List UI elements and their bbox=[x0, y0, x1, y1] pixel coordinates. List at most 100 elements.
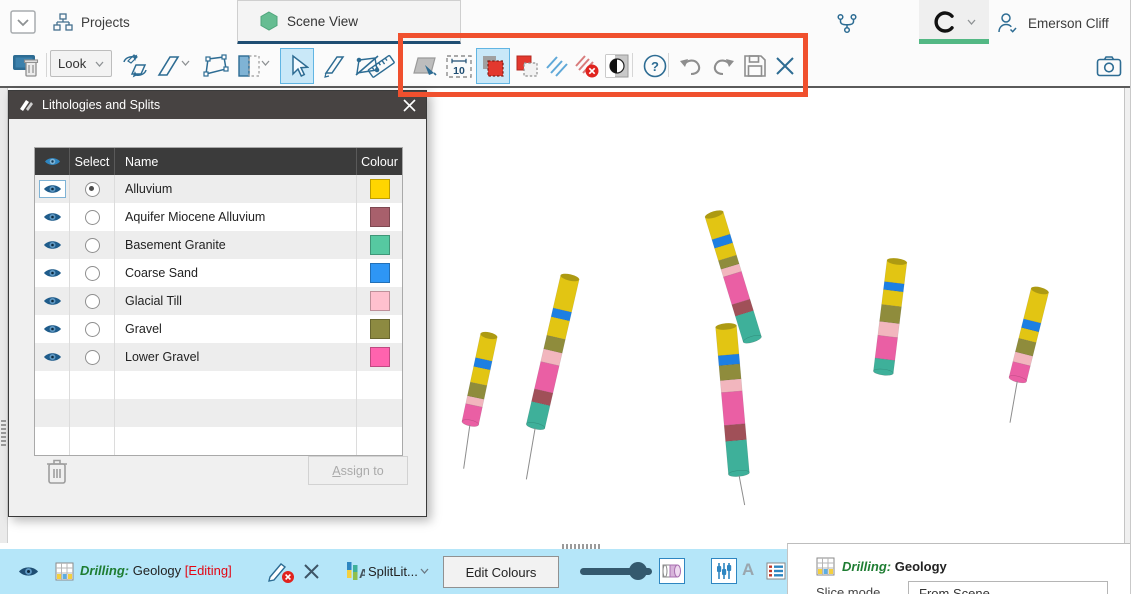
lithology-name[interactable]: Alluvium bbox=[115, 175, 357, 203]
projects-menu[interactable]: Projects bbox=[53, 12, 130, 32]
undo-button[interactable] bbox=[674, 48, 708, 84]
help-button[interactable]: ? bbox=[638, 48, 672, 84]
interval-selection-button[interactable] bbox=[408, 48, 442, 84]
radio-button[interactable] bbox=[85, 294, 100, 309]
show-selected-intervals-button[interactable] bbox=[540, 48, 574, 84]
ruler-button[interactable] bbox=[364, 48, 398, 84]
redo-button[interactable] bbox=[706, 48, 740, 84]
row-select-radio[interactable] bbox=[70, 287, 115, 315]
radio-button[interactable] bbox=[85, 238, 100, 253]
save-button[interactable] bbox=[738, 48, 772, 84]
colour-swatch[interactable] bbox=[370, 263, 390, 283]
remove-from-selection-button[interactable] bbox=[510, 48, 544, 84]
row-select-radio[interactable] bbox=[70, 175, 115, 203]
lithology-row[interactable]: Coarse Sand bbox=[35, 259, 402, 287]
row-select-radio[interactable] bbox=[70, 203, 115, 231]
edit-colours-button[interactable]: Edit Colours bbox=[443, 556, 559, 588]
look-dropdown[interactable]: Look bbox=[50, 50, 112, 77]
lithology-row[interactable]: Lower Gravel bbox=[35, 343, 402, 371]
colour-swatch[interactable] bbox=[370, 319, 390, 339]
lithology-row[interactable]: Alluvium bbox=[35, 175, 402, 203]
lithology-name[interactable]: Lower Gravel bbox=[115, 343, 357, 371]
drilling-table-icon bbox=[816, 557, 835, 576]
branch-button[interactable] bbox=[836, 12, 858, 34]
legend-button[interactable] bbox=[766, 562, 786, 580]
add-to-selection-button[interactable] bbox=[476, 48, 510, 84]
radio-button[interactable] bbox=[85, 182, 100, 197]
radio-button[interactable] bbox=[85, 350, 100, 365]
lithology-colour-cell[interactable] bbox=[357, 315, 402, 343]
slice-half-button[interactable] bbox=[232, 48, 266, 84]
slice-half-dropdown-chevron[interactable] bbox=[261, 60, 270, 66]
select-tool-button[interactable] bbox=[280, 48, 314, 84]
central-connection-button[interactable] bbox=[919, 0, 989, 44]
interval-filter-button[interactable] bbox=[711, 558, 737, 584]
radio-button[interactable] bbox=[85, 266, 100, 281]
lithology-colour-cell[interactable] bbox=[357, 287, 402, 315]
lithology-name[interactable]: Coarse Sand bbox=[115, 259, 357, 287]
lithology-row[interactable]: Glacial Till bbox=[35, 287, 402, 315]
slice-mode-select[interactable]: From Scene bbox=[908, 581, 1108, 594]
cancel-edit-button[interactable] bbox=[268, 560, 295, 584]
colour-swatch[interactable] bbox=[370, 207, 390, 227]
lithology-colour-cell[interactable] bbox=[357, 203, 402, 231]
active-object-label[interactable]: Drilling: Geology [Editing] bbox=[80, 563, 232, 578]
empty-lithology-row bbox=[35, 427, 402, 455]
radio-button[interactable] bbox=[85, 322, 100, 337]
lithology-colour-cell[interactable] bbox=[357, 231, 402, 259]
colour-swatch[interactable] bbox=[370, 347, 390, 367]
user-menu[interactable]: Emerson Cliff bbox=[996, 12, 1109, 34]
cylinder-display-button[interactable] bbox=[659, 558, 685, 584]
lithology-row[interactable]: Aquifer Miocene Alluvium bbox=[35, 203, 402, 231]
delete-lithology-button[interactable] bbox=[44, 456, 70, 486]
slicer-dropdown-chevron[interactable] bbox=[181, 60, 190, 66]
row-visibility-toggle[interactable] bbox=[35, 203, 70, 231]
row-select-radio[interactable] bbox=[70, 343, 115, 371]
radius-slider-thumb[interactable] bbox=[629, 562, 647, 580]
draw-slicer-polyline-button[interactable] bbox=[198, 48, 232, 84]
dialog-title-bar[interactable]: Lithologies and Splits bbox=[9, 91, 426, 119]
draw-line-button[interactable] bbox=[318, 48, 352, 84]
object-visibility-toggle[interactable] bbox=[18, 565, 39, 578]
clear-scene-button[interactable] bbox=[10, 48, 44, 84]
tab-scene-view[interactable]: Scene View bbox=[237, 0, 461, 45]
row-select-radio[interactable] bbox=[70, 315, 115, 343]
lithology-name[interactable]: Basement Granite bbox=[115, 231, 357, 259]
colour-swatch[interactable] bbox=[370, 291, 390, 311]
row-visibility-toggle[interactable] bbox=[35, 175, 70, 203]
remove-object-button[interactable] bbox=[303, 563, 320, 580]
radio-button[interactable] bbox=[85, 210, 100, 225]
selection-visibility-button[interactable] bbox=[600, 48, 634, 84]
column-selector-dropdown[interactable]: SplitLit... bbox=[368, 564, 418, 579]
screenshot-button[interactable] bbox=[1092, 48, 1126, 84]
row-select-radio[interactable] bbox=[70, 231, 115, 259]
left-splitter-grip[interactable] bbox=[1, 420, 6, 447]
lithology-name[interactable]: Glacial Till bbox=[115, 287, 357, 315]
row-visibility-toggle[interactable] bbox=[35, 343, 70, 371]
row-visibility-toggle[interactable] bbox=[35, 287, 70, 315]
lithology-colour-cell[interactable] bbox=[357, 175, 402, 203]
row-visibility-toggle[interactable] bbox=[35, 259, 70, 287]
rotate-slicer-button[interactable] bbox=[118, 48, 152, 84]
row-visibility-toggle[interactable] bbox=[35, 315, 70, 343]
colour-swatch[interactable] bbox=[370, 179, 390, 199]
row-visibility-toggle[interactable] bbox=[35, 231, 70, 259]
selection-width-button[interactable]: 10 bbox=[442, 48, 476, 84]
colour-swatch[interactable] bbox=[370, 235, 390, 255]
lithology-colour-cell[interactable] bbox=[357, 259, 402, 287]
clear-selection-button[interactable] bbox=[570, 48, 604, 84]
assign-to-button[interactable]: Assign to bbox=[308, 456, 408, 485]
collapse-panel-button[interactable] bbox=[10, 10, 36, 34]
row-select-radio[interactable] bbox=[70, 259, 115, 287]
lithology-name[interactable]: Aquifer Miocene Alluvium bbox=[115, 203, 357, 231]
dialog-close-button[interactable] bbox=[400, 96, 418, 114]
lithology-colour-cell[interactable] bbox=[357, 343, 402, 371]
text-display-button[interactable]: A bbox=[742, 560, 754, 580]
lithology-name[interactable]: Gravel bbox=[115, 315, 357, 343]
lithology-row[interactable]: Gravel bbox=[35, 315, 402, 343]
lithology-row[interactable]: Basement Granite bbox=[35, 231, 402, 259]
visibility-column-header[interactable] bbox=[35, 148, 70, 175]
slicer-tool-button[interactable] bbox=[152, 48, 186, 84]
close-tool-button[interactable] bbox=[768, 48, 802, 84]
column-selector-chevron[interactable] bbox=[420, 568, 429, 574]
